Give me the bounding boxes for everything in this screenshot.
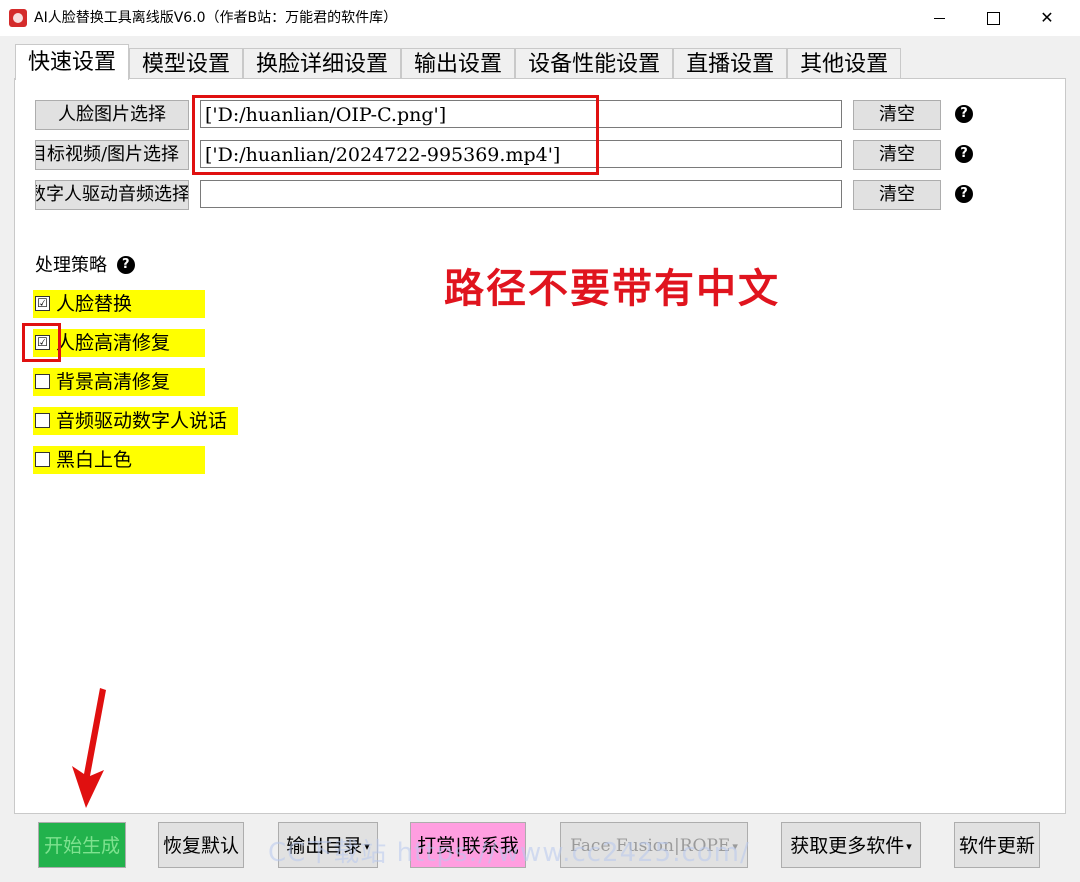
tab-output-settings[interactable]: 输出设置 <box>401 48 516 80</box>
close-icon: ✕ <box>1040 8 1054 27</box>
start-generate-button[interactable]: 开始生成 <box>38 822 126 868</box>
minimize-button[interactable] <box>916 0 962 36</box>
close-button[interactable]: ✕ <box>1024 0 1070 36</box>
no-chinese-path-hint: 路径不要带有中文 <box>444 265 780 312</box>
chevron-down-icon: ▾ <box>906 840 912 853</box>
option-face-swap[interactable]: ☑ 人脸替换 <box>33 290 205 318</box>
select-driving-audio-button[interactable]: 数字人驱动音频选择 <box>35 180 189 210</box>
help-icon[interactable]: ? <box>955 105 973 123</box>
chevron-down-icon: ▾ <box>364 840 370 853</box>
title-bar: AI人脸替换工具离线版V6.0（作者B站：万能君的软件库） ✕ <box>0 0 1080 36</box>
background-enhance-label: 背景高清修复 <box>56 371 171 393</box>
software-update-button[interactable]: 软件更新 <box>954 822 1040 868</box>
help-icon[interactable]: ? <box>955 185 973 203</box>
output-directory-label: 输出目录 <box>286 835 363 857</box>
option-background-enhance[interactable]: 背景高清修复 <box>33 368 205 396</box>
face-swap-checkbox[interactable]: ☑ <box>35 296 50 311</box>
tab-other-settings[interactable]: 其他设置 <box>787 48 902 80</box>
option-colorize[interactable]: 黑白上色 <box>33 446 205 474</box>
face-fusion-rope-button[interactable]: Face Fusion|ROPE ▾ <box>560 822 748 868</box>
tab-device-performance[interactable]: 设备性能设置 <box>515 48 674 80</box>
background-enhance-checkbox[interactable] <box>35 374 50 389</box>
driving-audio-path-field[interactable] <box>200 180 842 208</box>
maximize-icon <box>986 12 1000 25</box>
minimize-icon <box>933 18 945 19</box>
help-icon[interactable]: ? <box>955 145 973 163</box>
audio-driven-label: 音频驱动数字人说话 <box>56 410 228 432</box>
colorize-label: 黑白上色 <box>56 449 133 471</box>
select-driving-audio-label: 数字人驱动音频选择 <box>35 184 189 205</box>
clear-target-video-button[interactable]: 清空 <box>853 140 941 170</box>
window-title: AI人脸替换工具离线版V6.0（作者B站：万能君的软件库） <box>34 10 398 26</box>
more-software-button[interactable]: 获取更多软件 ▾ <box>781 822 921 868</box>
more-software-label: 获取更多软件 <box>790 835 905 857</box>
app-logo-icon <box>9 9 27 27</box>
strategy-label-text: 处理策略 <box>35 255 107 276</box>
face-swap-label: 人脸替换 <box>56 293 133 315</box>
tab-model-settings[interactable]: 模型设置 <box>129 48 244 80</box>
clear-face-image-button[interactable]: 清空 <box>853 100 941 130</box>
audio-driven-checkbox[interactable] <box>35 413 50 428</box>
strategy-label: 处理策略 ? <box>35 254 135 278</box>
help-icon[interactable]: ? <box>116 256 135 274</box>
tab-bar: 快速设置 模型设置 换脸详细设置 输出设置 设备性能设置 直播设置 其他设置 <box>15 44 902 80</box>
restore-defaults-button[interactable]: 恢复默认 <box>158 822 244 868</box>
colorize-checkbox[interactable] <box>35 452 50 467</box>
path-highlight-box <box>192 95 599 175</box>
chevron-down-icon: ▾ <box>732 839 738 853</box>
output-directory-button[interactable]: 输出目录 ▾ <box>278 822 378 868</box>
face-fusion-label: Face Fusion|ROPE <box>570 836 731 856</box>
select-target-video-label: 目标视频/图片选择 <box>35 144 180 165</box>
select-target-video-button[interactable]: 目标视频/图片选择 <box>35 140 189 170</box>
tab-live-settings[interactable]: 直播设置 <box>673 48 788 80</box>
checkbox-highlight-box <box>22 323 61 362</box>
tab-quick-settings[interactable]: 快速设置 <box>15 44 130 80</box>
maximize-button[interactable] <box>970 0 1016 36</box>
select-face-image-button[interactable]: 人脸图片选择 <box>35 100 189 130</box>
option-audio-driven-avatar[interactable]: 音频驱动数字人说话 <box>33 407 238 435</box>
face-enhance-label: 人脸高清修复 <box>56 332 171 354</box>
arrow-down-icon <box>72 688 106 808</box>
tip-contact-button[interactable]: 打赏|联系我 <box>410 822 526 868</box>
clear-driving-audio-button[interactable]: 清空 <box>853 180 941 210</box>
tab-face-swap-details[interactable]: 换脸详细设置 <box>243 48 402 80</box>
